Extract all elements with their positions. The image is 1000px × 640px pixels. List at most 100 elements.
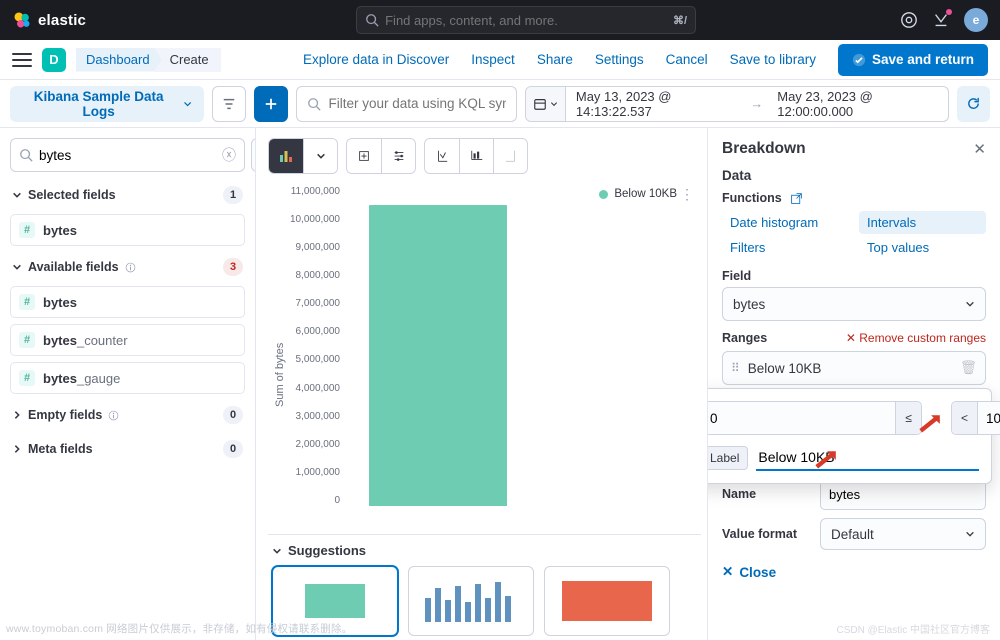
range-label-input[interactable] bbox=[756, 445, 979, 471]
field-item[interactable]: #bytes bbox=[10, 286, 245, 318]
range-item[interactable]: ⠿ Below 10KB 🗑 bbox=[722, 351, 986, 385]
close-panel-link[interactable]: ✕ Close bbox=[722, 564, 986, 580]
number-type-icon: # bbox=[19, 294, 35, 310]
op-lte: ≤ bbox=[895, 402, 921, 434]
functions-row: Functions bbox=[722, 191, 986, 205]
dataview-picker[interactable]: Kibana Sample Data Logs bbox=[10, 86, 204, 122]
tab-intervals[interactable]: Intervals bbox=[859, 211, 986, 234]
add-filter-button[interactable] bbox=[254, 86, 288, 122]
query-bar: Kibana Sample Data Logs May 13, 2023 @ 1… bbox=[0, 80, 1000, 128]
field-search-input[interactable] bbox=[39, 148, 216, 163]
search-icon bbox=[307, 97, 321, 111]
trash-icon[interactable]: 🗑 bbox=[960, 360, 977, 376]
available-count: 3 bbox=[223, 258, 243, 276]
drag-handle-icon[interactable]: ⠿ bbox=[731, 361, 740, 375]
field-item[interactable]: #bytes_gauge bbox=[10, 362, 245, 394]
watermark-right: CSDN @Elastic 中国社区官方博客 bbox=[837, 621, 991, 636]
space-badge[interactable]: D bbox=[42, 48, 66, 72]
range-to-input[interactable] bbox=[978, 411, 1000, 426]
range-from[interactable]: ≤ bbox=[708, 401, 922, 435]
breadcrumb-dashboard[interactable]: Dashboard bbox=[76, 48, 162, 72]
available-fields-header[interactable]: Available fields 3 bbox=[10, 254, 245, 280]
refresh-button[interactable] bbox=[957, 86, 990, 122]
field-label: Field bbox=[722, 269, 986, 283]
popout-icon[interactable] bbox=[790, 192, 803, 205]
layer-add-icon[interactable] bbox=[347, 139, 381, 173]
save-library-link[interactable]: Save to library bbox=[730, 52, 816, 67]
kql-input-wrap[interactable] bbox=[296, 86, 517, 122]
global-search-input[interactable] bbox=[385, 13, 667, 28]
vis-toolbar bbox=[268, 138, 701, 174]
y-axis-label: Sum of bytes bbox=[272, 186, 286, 534]
chevron-down-icon bbox=[550, 100, 558, 108]
tab-date-histogram[interactable]: Date histogram bbox=[722, 211, 849, 234]
inspect-link[interactable]: Inspect bbox=[471, 52, 515, 67]
selected-fields-header[interactable]: Selected fields 1 bbox=[10, 182, 245, 208]
global-header: elastic ⌘/ e bbox=[0, 0, 1000, 40]
axis-bottom-icon[interactable] bbox=[459, 139, 493, 173]
cancel-link[interactable]: Cancel bbox=[666, 52, 708, 67]
tab-top-values[interactable]: Top values bbox=[859, 236, 986, 259]
save-return-button[interactable]: Save and return bbox=[838, 44, 988, 76]
settings-link[interactable]: Settings bbox=[595, 52, 644, 67]
watermark: www.toymoban.com 网络图片仅供展示，非存储，如有侵权请联系删除。 bbox=[6, 621, 352, 636]
time-picker[interactable]: May 13, 2023 @ 14:13:22.537 → May 23, 20… bbox=[525, 86, 949, 122]
field-search[interactable]: ⓧ bbox=[10, 138, 245, 172]
axis-right-icon bbox=[493, 139, 527, 173]
explore-link[interactable]: Explore data in Discover bbox=[303, 52, 449, 67]
suggestion-card[interactable] bbox=[408, 566, 534, 636]
share-link[interactable]: Share bbox=[537, 52, 573, 67]
header-right: e bbox=[900, 8, 988, 32]
chevron-down-icon bbox=[12, 262, 22, 272]
layer-settings-icon[interactable] bbox=[381, 139, 415, 173]
value-format-select[interactable]: Default bbox=[820, 518, 986, 550]
chevron-down-icon bbox=[12, 190, 22, 200]
name-label: Name bbox=[722, 487, 810, 501]
filter-toggle-button[interactable] bbox=[212, 86, 246, 122]
suggestion-card[interactable] bbox=[544, 566, 670, 636]
chevron-down-icon bbox=[316, 151, 326, 161]
app-bar: D Dashboard Create Explore data in Disco… bbox=[0, 40, 1000, 80]
breadcrumb-create: Create bbox=[154, 48, 221, 72]
field-name: bytes_counter bbox=[43, 333, 128, 348]
brand[interactable]: elastic bbox=[12, 10, 86, 30]
empty-count: 0 bbox=[223, 406, 243, 424]
chart-type-dropdown[interactable] bbox=[303, 139, 337, 173]
time-from[interactable]: May 13, 2023 @ 14:13:22.537 bbox=[566, 87, 746, 121]
thumb-bars bbox=[421, 578, 521, 624]
range-editor-popover: ≤ → < Label bbox=[708, 388, 992, 484]
close-icon[interactable]: ✕ bbox=[973, 140, 986, 158]
nav-toggle-icon[interactable] bbox=[12, 53, 32, 67]
tab-filters[interactable]: Filters bbox=[722, 236, 849, 259]
remove-ranges-link[interactable]: ✕ Remove custom ranges bbox=[846, 331, 986, 345]
field-select[interactable]: bytes bbox=[722, 287, 986, 321]
header-actions: Explore data in Discover Inspect Share S… bbox=[303, 44, 988, 76]
chart-type-picker[interactable] bbox=[268, 138, 338, 174]
search-shortcut: ⌘/ bbox=[673, 14, 687, 27]
axis-left-icon[interactable] bbox=[425, 139, 459, 173]
field-item[interactable]: # bytes bbox=[10, 214, 245, 246]
arrow-right-icon: → bbox=[746, 87, 767, 121]
time-to[interactable]: May 23, 2023 @ 12:00:00.000 bbox=[767, 87, 947, 121]
help-icon[interactable] bbox=[900, 11, 918, 29]
chevron-down-icon bbox=[965, 529, 975, 539]
panel-title: Breakdown bbox=[722, 140, 806, 158]
field-item[interactable]: #bytes_counter bbox=[10, 324, 245, 356]
check-circle-icon bbox=[852, 53, 866, 67]
search-icon bbox=[365, 13, 379, 27]
suggestions-header[interactable]: Suggestions bbox=[272, 543, 697, 558]
save-return-label: Save and return bbox=[872, 52, 974, 67]
workspace: ⓧ 0 Selected fields 1 # bytes Available … bbox=[0, 128, 1000, 640]
range-from-input[interactable] bbox=[708, 411, 895, 426]
global-search[interactable]: ⌘/ bbox=[356, 6, 696, 34]
close-x-icon: ✕ bbox=[722, 564, 733, 580]
bar-chart-icon[interactable] bbox=[269, 139, 303, 173]
meta-fields-header[interactable]: Meta fields 0 bbox=[10, 436, 245, 462]
newsfeed-icon[interactable] bbox=[932, 11, 950, 29]
empty-fields-header[interactable]: Empty fields 0 bbox=[10, 402, 245, 428]
kql-input[interactable] bbox=[329, 96, 506, 111]
user-avatar[interactable]: e bbox=[964, 8, 988, 32]
range-to[interactable]: < bbox=[951, 401, 1000, 435]
calendar-icon[interactable] bbox=[526, 87, 566, 121]
clear-icon[interactable]: ⓧ bbox=[222, 145, 236, 165]
